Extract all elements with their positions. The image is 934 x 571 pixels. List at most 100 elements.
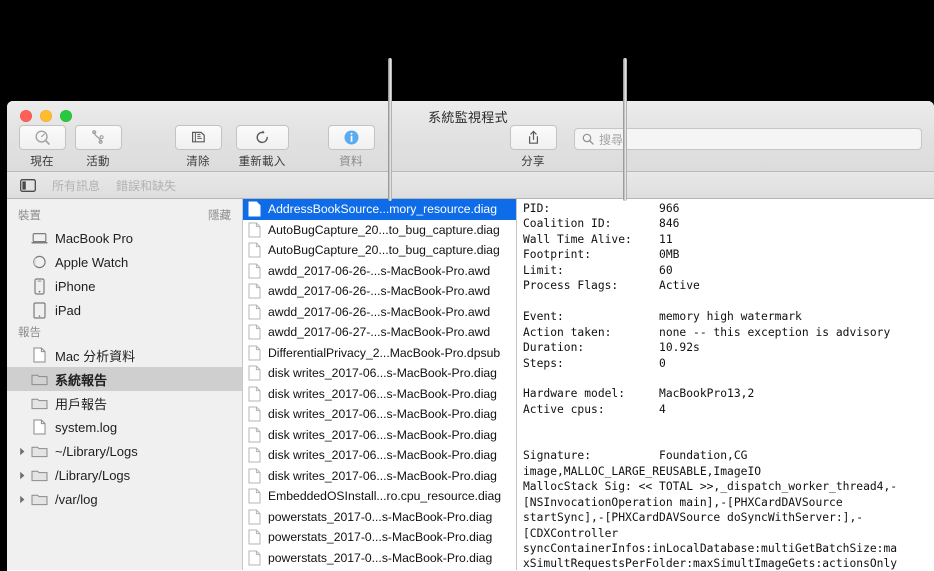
watch-icon: [29, 254, 49, 270]
file-name: AutoBugCapture_20...to_bug_capture.diag: [268, 243, 500, 258]
activity-icon: [91, 130, 104, 144]
toolbar-clear-button[interactable]: 清除: [170, 125, 226, 169]
file-list-row[interactable]: AutoBugCapture_20...to_bug_capture.diag: [243, 240, 516, 261]
toolbar-activity-button[interactable]: 活動: [70, 125, 126, 169]
document-icon: [248, 427, 263, 443]
sidebar-item-label: /var/log: [55, 491, 98, 507]
document-icon: [248, 283, 263, 299]
toolbar-share-button[interactable]: 分享: [505, 125, 561, 169]
document-icon: [248, 324, 263, 340]
window-body: 裝置 隱藏 MacBook Pro Apple Watch iPhone iPa…: [7, 199, 934, 570]
file-name: DifferentialPrivacy_2...MacBook-Pro.dpsu…: [268, 345, 501, 360]
file-list-row[interactable]: awdd_2017-06-26-...s-MacBook-Pro.awd: [243, 261, 516, 282]
toolbar-now-button[interactable]: 現在: [14, 125, 70, 169]
file-list-row[interactable]: awdd_2017-06-27-...s-MacBook-Pro.awd: [243, 322, 516, 343]
file-name: powerstats_2017-0...s-MacBook-Pro.diag: [268, 509, 493, 524]
document-icon: [248, 529, 263, 545]
file-name: disk writes_2017-06...s-MacBook-Pro.diag: [268, 366, 497, 381]
toolbar-reload-button[interactable]: 重新載入: [226, 125, 298, 169]
file-name: AddressBookSource...mory_resource.diag: [268, 202, 497, 217]
now-icon: [34, 130, 50, 145]
filter-bar: 所有訊息 錯誤和缺失: [7, 172, 934, 199]
file-name: powerstats_2017-0...s-MacBook-Pro.diag: [268, 550, 493, 565]
file-name: AutoBugCapture_20...to_bug_capture.diag: [268, 222, 500, 237]
share-icon: [528, 130, 538, 144]
laptop-icon: [29, 232, 49, 245]
toolbar-info-button[interactable]: 資料: [323, 125, 379, 169]
screenshot-root: 系統監視程式 現在 活動 清除 重新載入 資料 分享 搜尋 所有訊息 錯誤和缺失…: [0, 0, 934, 571]
document-icon: [29, 347, 49, 363]
sidebar-item-user-reports[interactable]: 用戶報告: [7, 391, 242, 415]
sidebar-item-iphone[interactable]: iPhone: [7, 274, 242, 298]
sidebar-devices-header: 裝置: [18, 210, 41, 222]
file-list-row[interactable]: disk writes_2017-06...s-MacBook-Pro.diag: [243, 466, 516, 487]
file-name: disk writes_2017-06...s-MacBook-Pro.diag: [268, 427, 497, 442]
file-list-row[interactable]: awdd_2017-06-26-...s-MacBook-Pro.awd: [243, 281, 516, 302]
file-list[interactable]: AddressBookSource...mory_resource.diag Au…: [243, 199, 517, 570]
document-icon: [248, 304, 263, 320]
ipad-icon: [29, 301, 49, 319]
folder-icon: [29, 372, 49, 386]
file-name: EmbeddedOSInstall...ro.cpu_resource.diag: [268, 489, 502, 504]
iphone-icon: [29, 277, 49, 295]
file-list-row[interactable]: powerstats_2017-0...s-MacBook-Pro.diag: [243, 507, 516, 528]
detail-pane[interactable]: PID: 966 Coalition ID: 846 Wall Time Ali…: [517, 199, 934, 570]
sidebar-item-label: 用戶報告: [55, 396, 108, 412]
clear-icon: [191, 131, 205, 143]
file-name: disk writes_2017-06...s-MacBook-Pro.diag: [268, 468, 497, 483]
file-list-row[interactable]: powerstats_2017-0...s-MacBook-Pro.diag: [243, 527, 516, 548]
folder-icon: [29, 396, 49, 410]
document-icon: [248, 345, 263, 361]
sidebar-item-ipad[interactable]: iPad: [7, 298, 242, 322]
sidebar-item-label: /Library/Logs: [55, 467, 131, 483]
document-icon: [248, 509, 263, 525]
folder-icon: [29, 468, 49, 482]
toolbar-info-label: 資料: [339, 156, 363, 168]
file-name: awdd_2017-06-26-...s-MacBook-Pro.awd: [268, 263, 491, 278]
file-list-row[interactable]: disk writes_2017-06...s-MacBook-Pro.diag: [243, 425, 516, 446]
sidebar-item-var-log[interactable]: /var/log: [7, 487, 242, 511]
sidebar-item-system-reports[interactable]: 系統報告: [7, 367, 242, 391]
chevron-right-icon[interactable]: [17, 471, 28, 480]
file-list-row[interactable]: EmbeddedOSInstall...ro.cpu_resource.diag: [243, 486, 516, 507]
toolbar-share-group: 分享: [505, 125, 561, 169]
toolbar-now-label: 現在: [30, 156, 54, 168]
file-list-row[interactable]: AutoBugCapture_20...to_bug_capture.diag: [243, 220, 516, 241]
filter-all-messages[interactable]: 所有訊息: [52, 177, 100, 194]
chevron-right-icon[interactable]: [17, 447, 28, 456]
filter-errors-faults[interactable]: 錯誤和缺失: [116, 177, 176, 194]
document-icon: [248, 242, 263, 258]
document-icon: [248, 447, 263, 463]
callout-line-detail: [623, 58, 627, 201]
sidebar-item-label: iPad: [55, 302, 82, 318]
file-name: disk writes_2017-06...s-MacBook-Pro.diag: [268, 386, 497, 401]
sidebar-item-label: Apple Watch: [55, 254, 129, 270]
file-list-row[interactable]: powerstats_2017-0...s-MacBook-Pro.diag: [243, 548, 516, 569]
sidebar-item-label: system.log: [55, 419, 118, 435]
search-placeholder: 搜尋: [599, 132, 624, 147]
file-name: disk writes_2017-06...s-MacBook-Pro.diag: [268, 407, 497, 422]
window-title: 系統監視程式: [428, 110, 508, 125]
callout-line-title: [388, 58, 392, 201]
sidebar-hide-button[interactable]: 隱藏: [208, 207, 231, 223]
toolbar-activity-label: 活動: [86, 156, 110, 168]
toolbar-clear-label: 清除: [186, 156, 210, 168]
file-list-row[interactable]: disk writes_2017-06...s-MacBook-Pro.diag: [243, 384, 516, 405]
sidebar-section-devices: 裝置 隱藏: [7, 205, 242, 226]
sidebar-item-macbook-pro[interactable]: MacBook Pro: [7, 226, 242, 250]
sidebar-item-system-log[interactable]: system.log: [7, 415, 242, 439]
file-list-row[interactable]: disk writes_2017-06...s-MacBook-Pro.diag: [243, 445, 516, 466]
chevron-right-icon[interactable]: [17, 495, 28, 504]
file-list-row[interactable]: DifferentialPrivacy_2...MacBook-Pro.dpsu…: [243, 343, 516, 364]
file-list-row[interactable]: disk writes_2017-06...s-MacBook-Pro.diag: [243, 404, 516, 425]
file-list-row[interactable]: awdd_2017-06-26-...s-MacBook-Pro.awd: [243, 302, 516, 323]
sidebar-item-library-logs[interactable]: /Library/Logs: [7, 463, 242, 487]
file-list-row[interactable]: disk writes_2017-06...s-MacBook-Pro.diag: [243, 363, 516, 384]
sidebar-item-label: ~/Library/Logs: [55, 443, 138, 459]
document-icon: [248, 365, 263, 381]
sidebar-item-mac-analytics[interactable]: Mac 分析資料: [7, 343, 242, 367]
sidebar-toggle-icon[interactable]: [20, 178, 36, 192]
sidebar-item-apple-watch[interactable]: Apple Watch: [7, 250, 242, 274]
file-list-row[interactable]: AddressBookSource...mory_resource.diag: [243, 199, 516, 220]
sidebar-item-home-library-logs[interactable]: ~/Library/Logs: [7, 439, 242, 463]
